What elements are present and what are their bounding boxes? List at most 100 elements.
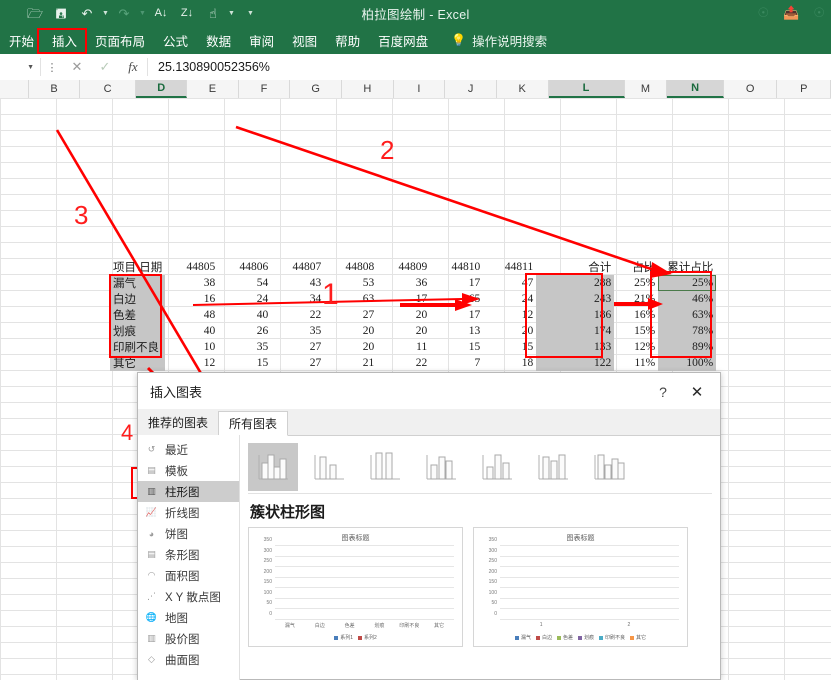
chart-type-bar[interactable]: ▤ 条形图 xyxy=(138,544,239,565)
chart-type-scatter[interactable]: ⋰ X Y 散点图 xyxy=(138,586,239,607)
cell-day-2[interactable]: 34 xyxy=(271,291,324,307)
cell-day-3[interactable]: 20 xyxy=(324,323,377,339)
tab-recommended-charts[interactable]: 推荐的图表 xyxy=(138,410,218,435)
cell-day-1[interactable]: 24 xyxy=(218,291,271,307)
cell-day-5[interactable]: 13 xyxy=(430,323,483,339)
chart-type-line[interactable]: 📈 折线图 xyxy=(138,502,239,523)
table-row[interactable]: 印刷不良 10 35 27 20 11 15 15 133 12% 89% xyxy=(110,339,717,355)
column-header-I[interactable]: I xyxy=(394,80,446,98)
tab-all-charts[interactable]: 所有图表 xyxy=(218,411,289,436)
chart-type-area[interactable]: ◠ 面积图 xyxy=(138,565,239,586)
table-row[interactable]: 其它 12 15 27 21 22 7 18 122 11% 100% xyxy=(110,355,717,371)
column-header-D[interactable]: D xyxy=(136,80,188,98)
cell-day-4[interactable]: 20 xyxy=(377,323,430,339)
subtype-stacked-column[interactable] xyxy=(304,443,354,491)
column-header-O[interactable]: O xyxy=(724,80,778,98)
cell-day-0[interactable]: 12 xyxy=(165,355,218,371)
cell-day-4[interactable]: 17 xyxy=(377,291,430,307)
ribbon-tab-review[interactable]: 审阅 xyxy=(240,26,283,54)
enter-icon[interactable]: ✓ xyxy=(91,59,119,75)
chart-type-recent[interactable]: ↺ 最近 xyxy=(138,439,239,460)
cell-day-1[interactable]: 35 xyxy=(218,339,271,355)
subtype-3d-clustered-column[interactable] xyxy=(416,443,466,491)
cell-day-5[interactable]: 17 xyxy=(430,307,483,323)
table-row[interactable]: 划痕 40 26 35 20 20 13 20 174 15% 78% xyxy=(110,323,717,339)
cell-day-2[interactable]: 27 xyxy=(271,355,324,371)
ribbon-tab-page-layout[interactable]: 页面布局 xyxy=(86,26,154,54)
column-header-N[interactable]: N xyxy=(667,80,724,98)
undo-dropdown-icon[interactable]: ▼ xyxy=(100,0,111,26)
chart-type-template[interactable]: ▤ 模板 xyxy=(138,460,239,481)
share-icon[interactable]: 📤 xyxy=(783,5,799,21)
cell-day-2[interactable]: 27 xyxy=(271,339,324,355)
sort-descending-icon[interactable]: Z↓ xyxy=(174,0,200,26)
table-row[interactable]: 漏气 38 54 43 53 36 17 47 288 25% 25% xyxy=(110,275,717,291)
cell-day-0[interactable]: 38 xyxy=(165,275,218,291)
subtype-3d-100-stacked-column[interactable] xyxy=(528,443,578,491)
column-header-L[interactable]: L xyxy=(548,80,625,98)
chart-type-stock[interactable]: ▥ 股价图 xyxy=(138,628,239,649)
cell-day-4[interactable]: 36 xyxy=(377,275,430,291)
cell-day-1[interactable]: 40 xyxy=(218,307,271,323)
formula-input[interactable]: 25.130890052356% xyxy=(148,60,831,74)
cell-day-2[interactable]: 43 xyxy=(271,275,324,291)
open-icon[interactable]: 🗁 xyxy=(22,0,48,26)
column-header-H[interactable]: H xyxy=(342,80,394,98)
cell-day-4[interactable]: 20 xyxy=(377,307,430,323)
account-icon[interactable]: ☉ xyxy=(758,5,770,21)
cell-day-1[interactable]: 54 xyxy=(218,275,271,291)
cell-day-0[interactable]: 40 xyxy=(165,323,218,339)
chart-type-map[interactable]: 🌐 地图 xyxy=(138,607,239,628)
column-header-K[interactable]: K xyxy=(497,80,549,98)
column-header-J[interactable]: J xyxy=(445,80,497,98)
cell-day-5[interactable]: 7 xyxy=(430,355,483,371)
chevron-down-icon[interactable]: ▼ xyxy=(27,64,34,71)
column-header-C[interactable]: C xyxy=(80,80,137,98)
column-header-E[interactable]: E xyxy=(187,80,239,98)
column-header-F[interactable]: F xyxy=(239,80,291,98)
redo-dropdown-icon[interactable]: ▼ xyxy=(137,0,148,26)
cell-day-4[interactable]: 11 xyxy=(377,339,430,355)
ribbon-tab-help[interactable]: 帮助 xyxy=(326,26,369,54)
column-header-B[interactable]: B xyxy=(29,80,80,98)
cell-day-5[interactable]: 15 xyxy=(430,339,483,355)
column-header-P[interactable]: P xyxy=(777,80,831,98)
touch-mode-icon[interactable]: ☝ xyxy=(200,0,226,26)
ribbon-tab-data[interactable]: 数据 xyxy=(197,26,240,54)
cell-day-3[interactable]: 20 xyxy=(324,339,377,355)
chart-type-column[interactable]: ▥ 柱形图 xyxy=(138,481,239,502)
comments-icon[interactable]: ☉ xyxy=(813,5,825,21)
cell-day-2[interactable]: 35 xyxy=(271,323,324,339)
save-icon[interactable]: 🖪 xyxy=(48,0,74,26)
undo-icon[interactable]: ↶ xyxy=(74,0,100,26)
touch-mode-dropdown-icon[interactable]: ▼ xyxy=(226,0,237,26)
redo-icon[interactable]: ↷ xyxy=(111,0,137,26)
cell-day-1[interactable]: 15 xyxy=(218,355,271,371)
tell-me-search[interactable]: 💡 操作说明搜索 xyxy=(451,31,547,50)
chart-preview-1[interactable]: 图表标题 0 50 100 150 200 250 300 350 漏气 白边 色差 划痕 印刷不良 其… xyxy=(248,527,463,647)
cell-day-5[interactable]: 17 xyxy=(430,275,483,291)
cell-day-0[interactable]: 10 xyxy=(165,339,218,355)
name-box[interactable]: ▼ xyxy=(0,55,40,80)
ribbon-tab-formulas[interactable]: 公式 xyxy=(154,26,197,54)
cancel-icon[interactable]: ✕ xyxy=(63,59,91,75)
cell-day-4[interactable]: 22 xyxy=(377,355,430,371)
cell-day-5[interactable]: 65 xyxy=(430,291,483,307)
cell-day-3[interactable]: 21 xyxy=(324,355,377,371)
subtype-3d-column[interactable] xyxy=(584,443,634,491)
ribbon-tab-view[interactable]: 视图 xyxy=(283,26,326,54)
table-row[interactable]: 白边 16 24 34 63 17 65 24 243 21% 46% xyxy=(110,291,717,307)
expand-name-box-icon[interactable]: ⋮ xyxy=(41,61,63,74)
cell-day-1[interactable]: 26 xyxy=(218,323,271,339)
cell-day-0[interactable]: 16 xyxy=(165,291,218,307)
cell-day-0[interactable]: 48 xyxy=(165,307,218,323)
column-header-M[interactable]: M xyxy=(625,80,668,98)
column-header-G[interactable]: G xyxy=(290,80,342,98)
close-icon[interactable]: ✕ xyxy=(684,381,710,403)
chart-preview-2[interactable]: 图表标题 0 50 100 150 200 250 300 350 1 2 漏气 白边 色差 划痕 印… xyxy=(473,527,688,647)
sort-ascending-icon[interactable]: A↓ xyxy=(148,0,174,26)
qat-more-icon[interactable]: ▼ xyxy=(245,0,256,26)
help-icon[interactable]: ? xyxy=(652,381,674,403)
subtype-clustered-column[interactable] xyxy=(248,443,298,491)
ribbon-tab-baidu-disk[interactable]: 百度网盘 xyxy=(369,26,437,54)
